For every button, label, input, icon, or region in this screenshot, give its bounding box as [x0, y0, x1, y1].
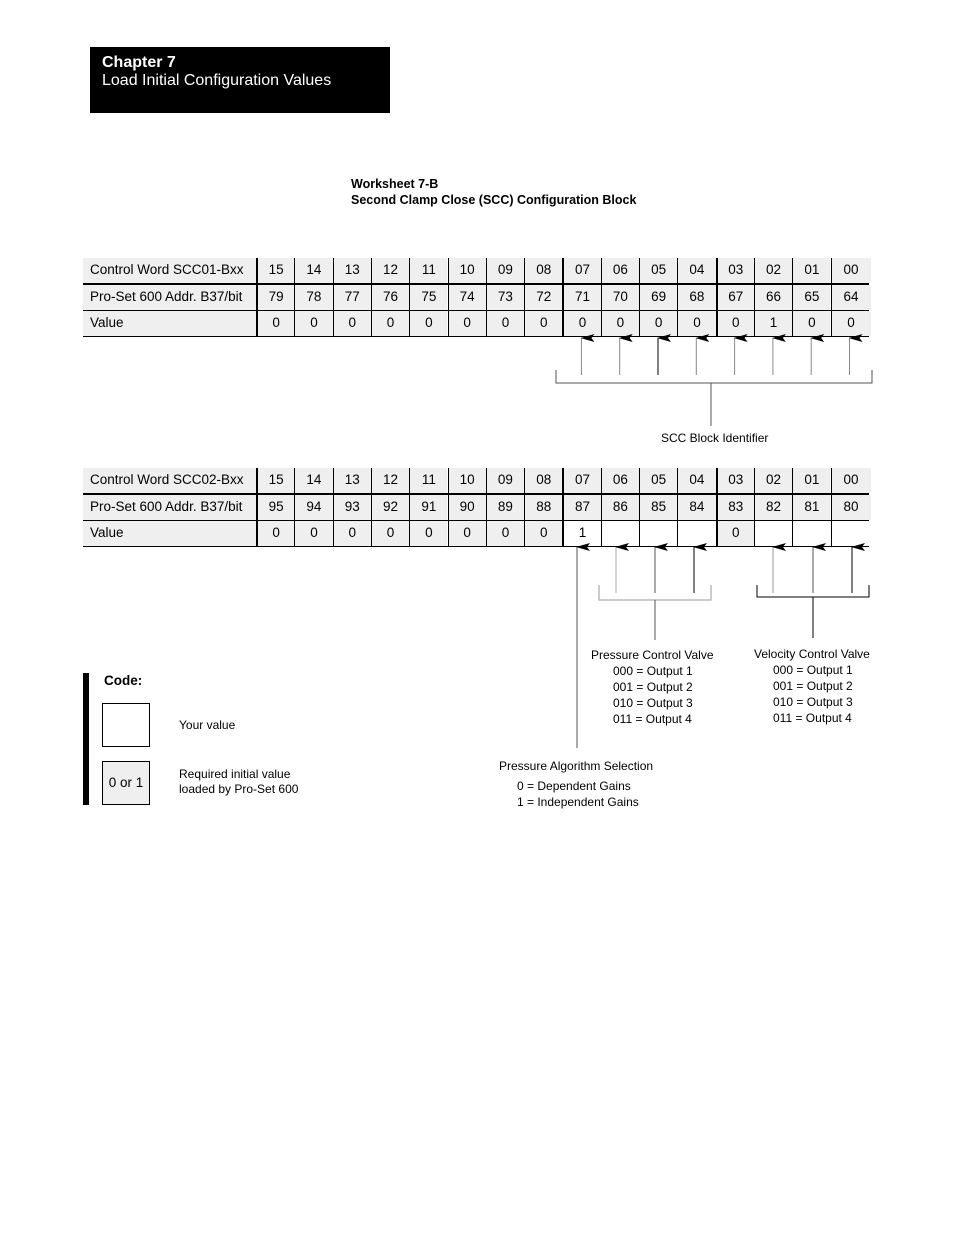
scc-identifier-bracket	[555, 370, 873, 426]
pcv-option: 011 = Output 4	[613, 712, 692, 726]
your-value-label: Your value	[179, 718, 236, 732]
pressure-control-valve-note: Pressure Control Valve 000 = Output 1 00…	[591, 647, 714, 727]
pressure-control-valve-title: Pressure Control Valve	[591, 648, 714, 662]
pa-option: 1 = Independent Gains	[517, 795, 639, 809]
vcv-option: 011 = Output 4	[773, 711, 852, 725]
annotation-lines	[555, 334, 873, 748]
required-value-text: Required initial value loaded by Pro-Set…	[179, 767, 298, 797]
pcv-option: 001 = Output 2	[613, 680, 693, 694]
vcv-option: 001 = Output 2	[773, 679, 853, 693]
pressure-algorithm-title: Pressure Algorithm Selection	[499, 759, 654, 773]
required-value-label-1: Required initial value	[179, 767, 291, 781]
pcv-option: 000 = Output 1	[613, 664, 693, 678]
required-value-label-2: loaded by Pro-Set 600	[179, 782, 299, 796]
vcv-option: 000 = Output 1	[773, 663, 853, 677]
your-value-swatch	[102, 703, 150, 747]
pcv-option: 010 = Output 3	[613, 696, 693, 710]
your-value-text: Your value	[179, 718, 235, 733]
required-value-swatch: 0 or 1	[102, 761, 150, 805]
vcv-option: 010 = Output 3	[773, 695, 853, 709]
scc-block-identifier-label: SCC Block Identifier	[661, 431, 769, 445]
pressure-algorithm-note: Pressure Algorithm Selection 0 = Depende…	[499, 758, 653, 810]
scc-identifier-arrows	[580, 334, 863, 375]
pa-option: 0 = Dependent Gains	[517, 779, 631, 793]
velocity-control-valve-note: Velocity Control Valve 000 = Output 1 00…	[754, 646, 870, 726]
velocity-control-valve-title: Velocity Control Valve	[754, 647, 870, 661]
code-legend-bar	[83, 673, 89, 805]
code-legend-title: Code:	[104, 673, 143, 688]
